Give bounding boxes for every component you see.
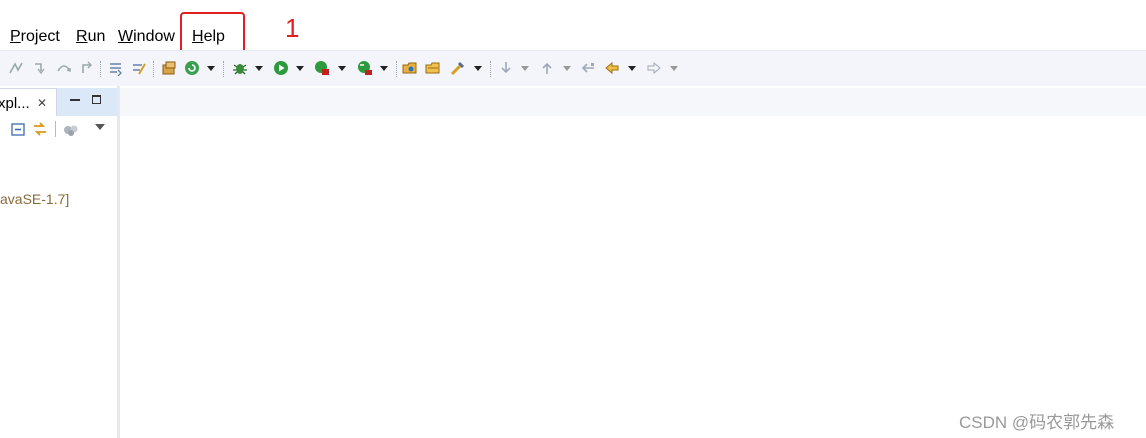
step-number-annotation: 1	[285, 13, 300, 43]
coverage-icon[interactable]	[314, 60, 330, 76]
view-toolbar-separator	[55, 121, 56, 137]
editor-area	[120, 86, 1146, 438]
next-annotation-icon[interactable]	[498, 60, 514, 76]
minimize-icon[interactable]	[70, 99, 80, 101]
last-edit-location-icon[interactable]	[580, 60, 596, 76]
toolbar-separator	[100, 61, 102, 77]
search-icon[interactable]	[450, 60, 466, 76]
step-over-icon[interactable]	[56, 60, 72, 76]
main-toolbar	[0, 50, 1146, 87]
forward-dropdown-arrow-icon[interactable]	[670, 66, 678, 71]
previous-annotation-icon[interactable]	[539, 60, 555, 76]
toolbar-separator	[223, 61, 225, 77]
menu-run-label: un	[87, 28, 106, 45]
new-java-package-icon[interactable]	[161, 60, 177, 76]
back-dropdown-arrow-icon[interactable]	[628, 66, 636, 71]
run-last-tool-dropdown-arrow-icon[interactable]	[380, 66, 388, 71]
next-annotation-dropdown-arrow-icon[interactable]	[521, 66, 529, 71]
debug-icon[interactable]	[232, 60, 248, 76]
forward-icon[interactable]	[646, 60, 662, 76]
menu-project-mnemonic: P	[10, 28, 21, 45]
package-explorer-tab[interactable]: xpl... ✕	[0, 88, 57, 116]
view-tab-bar	[57, 88, 117, 116]
toolbar-separator	[396, 61, 398, 77]
menu-window-mnemonic: W	[118, 28, 134, 45]
back-icon[interactable]	[604, 60, 620, 76]
view-menu-icon[interactable]	[95, 124, 105, 130]
menu-run-mnemonic: R	[76, 28, 88, 45]
menu-run[interactable]: Run	[76, 27, 105, 47]
step-into-icon[interactable]	[32, 60, 48, 76]
toolbar-separator	[153, 61, 155, 77]
menu-bar: Project Run Window Help 1	[0, 0, 1146, 56]
jre-library-tree-item[interactable]: avaSE-1.7]	[0, 190, 69, 208]
package-explorer-view: xpl... ✕ avaSE-1.7]	[0, 86, 117, 438]
open-type-icon[interactable]	[402, 60, 418, 76]
link-with-editor-icon[interactable]	[32, 121, 48, 137]
close-icon[interactable]: ✕	[37, 96, 47, 110]
drop-to-frame-icon[interactable]	[131, 60, 147, 76]
run-last-tool-icon[interactable]	[357, 60, 373, 76]
watermark: CSDN @码农郭先森	[959, 413, 1115, 432]
focus-on-active-task-icon[interactable]	[63, 121, 79, 137]
search-dropdown-arrow-icon[interactable]	[474, 66, 482, 71]
collapse-all-icon[interactable]	[10, 121, 26, 137]
refresh-icon[interactable]	[184, 60, 200, 76]
toolbar-separator	[490, 61, 492, 77]
run-icon[interactable]	[273, 60, 289, 76]
run-dropdown-arrow-icon[interactable]	[296, 66, 304, 71]
refresh-dropdown-arrow-icon[interactable]	[207, 66, 215, 71]
skip-all-breakpoints-icon[interactable]	[8, 60, 24, 76]
step-return-icon[interactable]	[79, 60, 95, 76]
use-step-filters-icon[interactable]	[108, 60, 124, 76]
menu-window-label: indow	[133, 28, 175, 45]
coverage-dropdown-arrow-icon[interactable]	[338, 66, 346, 71]
package-explorer-tab-label: xpl...	[0, 95, 30, 112]
open-task-icon[interactable]	[425, 60, 441, 76]
maximize-icon[interactable]	[92, 95, 101, 104]
debug-dropdown-arrow-icon[interactable]	[255, 66, 263, 71]
previous-annotation-dropdown-arrow-icon[interactable]	[563, 66, 571, 71]
menu-project-label: roject	[20, 28, 60, 45]
menu-project[interactable]: Project	[10, 27, 60, 47]
menu-window[interactable]: Window	[118, 27, 175, 47]
editor-tab-strip	[120, 88, 1146, 116]
